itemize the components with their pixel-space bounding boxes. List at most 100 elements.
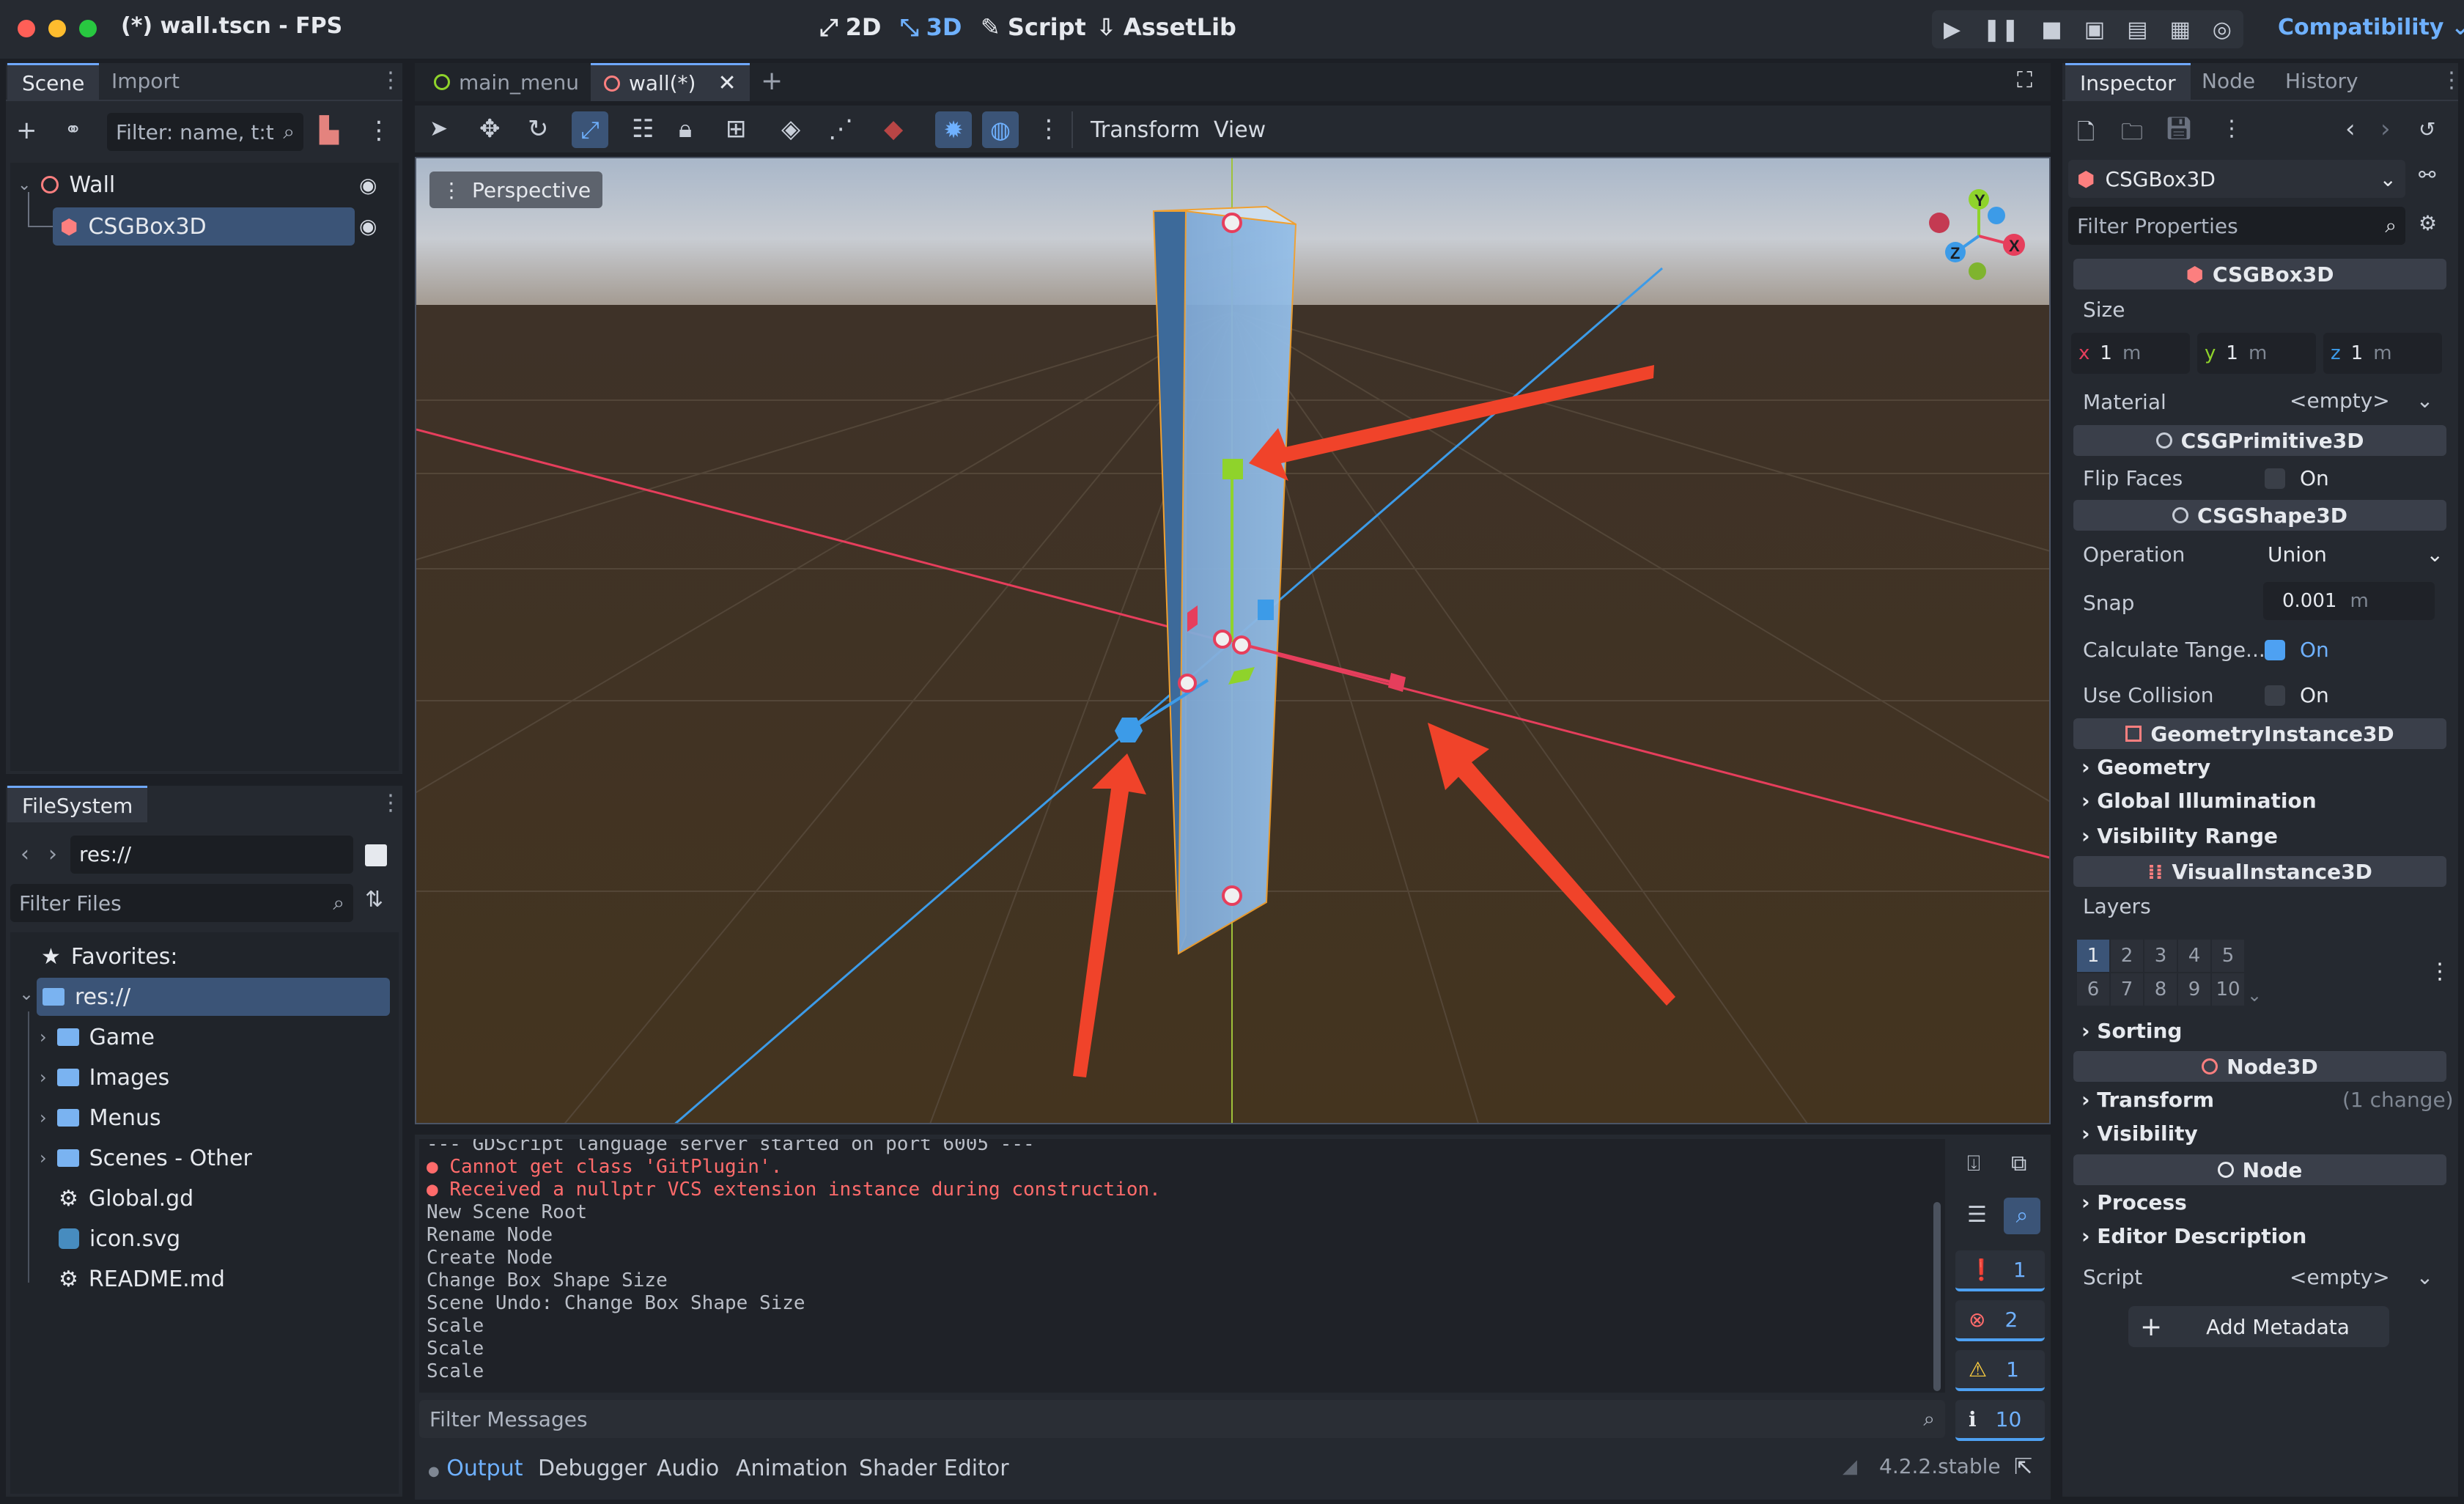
copy-icon[interactable]: ⧉ [2011,1151,2026,1176]
tab-history[interactable]: History [2271,63,2373,100]
close-window-button[interactable] [18,20,35,37]
file-item-readme[interactable]: ⚙ README.md [59,1260,225,1298]
expand-bottom-panel-icon[interactable]: ⇱ [2014,1454,2032,1480]
open-folder-icon[interactable]: 🗀︎ [2121,116,2143,153]
rotate-tool-icon[interactable]: ↻ [528,114,549,144]
node-tools-icon[interactable]: ⚯ [2419,163,2435,187]
filter-messages-button[interactable]: ❗ 1 [1955,1250,2045,1291]
foldout-sorting[interactable]: › Sorting [2081,1019,2182,1043]
layer-2[interactable]: 2 [2111,940,2143,972]
size-x-field[interactable]: x 1 m [2071,333,2190,374]
foldout-global-illumination[interactable]: › Global Illumination [2081,789,2317,813]
flip-faces-checkbox[interactable]: On [2265,466,2329,490]
operation-select[interactable]: Union ⌄ [2268,542,2443,567]
foldout-geometry[interactable]: › Geometry [2081,755,2210,779]
foldout-visibility[interactable]: › Visibility [2081,1121,2198,1146]
chevron-down-icon[interactable]: ⌄ [2247,985,2262,1006]
section-geometryinstance3d[interactable]: GeometryInstance3D [2073,718,2446,749]
history-forward-icon[interactable]: › [2380,114,2391,144]
mode-3d-button[interactable]: ⤡ 3D [900,13,962,41]
layer-9[interactable]: 9 [2178,973,2210,1006]
scale-handle-y[interactable] [1222,459,1243,479]
file-item-global-gd[interactable]: ⚙ Global.gd [59,1179,193,1217]
filter-properties-input[interactable]: Filter Properties ⌕ [2068,207,2405,245]
script-field[interactable]: <empty> ⌄ [2290,1265,2433,1289]
search-toggle-icon[interactable]: ⌕ [2004,1198,2040,1234]
section-visualinstance3d[interactable]: ⁞⁞ VisualInstance3D [2073,856,2446,887]
version-label[interactable]: 4.2.2.stable [1879,1454,2001,1478]
size-handle-bottom[interactable] [1222,885,1242,906]
section-node[interactable]: Node [2073,1154,2446,1185]
editor-tab-main-menu[interactable]: main_menu [421,63,592,101]
mode-assetlib-button[interactable]: ⇩ AssetLib [1096,13,1236,41]
layer-3[interactable]: 3 [2144,940,2177,972]
camera-preview-icon[interactable]: ◆ [884,114,903,144]
select-tool-icon[interactable]: ➤ [429,116,448,141]
file-item-icon-svg[interactable]: icon.svg [59,1220,180,1258]
use-collision-checkbox[interactable]: On [2265,683,2329,707]
preview-menu-icon[interactable]: ⋮ [1036,114,1061,144]
bottom-tab-debugger[interactable]: Debugger [538,1456,647,1481]
remote-debug-icon[interactable]: ▣ [2084,17,2105,43]
layer-7[interactable]: 7 [2111,973,2143,1006]
tree-item-wall[interactable]: ⌄ Wall [18,166,115,204]
pause-icon[interactable]: ❚❚ [1982,17,2019,43]
section-csgbox3d[interactable]: ⬢ CSGBox3D [2073,259,2446,290]
scale-tool-icon[interactable]: ⤢ [572,111,608,148]
renderer-selector[interactable]: Compatibility ⌄ [2278,15,2464,40]
add-node-icon[interactable]: + [16,116,37,145]
tree-item-csgbox3d[interactable]: ⬢ CSGBox3D [53,207,355,246]
movie-maker-icon[interactable]: ◎ [2213,17,2232,43]
section-csgshape3d[interactable]: CSGShape3D [2073,500,2446,531]
editor-tab-wall[interactable]: wall(*) ✕ [591,63,750,101]
collapse-icon[interactable]: ☰ [1967,1202,1987,1228]
filter-editor-button[interactable]: ℹ 10 [1955,1400,2045,1441]
visibility-eye-icon[interactable]: ◉ [359,173,377,197]
tab-node[interactable]: Node [2187,63,2270,100]
group-icon[interactable]: ⊞ [726,114,747,144]
node-selector[interactable]: ⬢ CSGBox3D ⌄ [2068,160,2405,198]
history-icon[interactable]: ↺ [2419,117,2435,141]
list-select-icon[interactable]: ☷ [632,114,654,144]
3d-viewport[interactable]: Y X Z ⋮ Perspective [415,157,2051,1124]
minimize-window-button[interactable] [48,20,66,37]
tab-inspector[interactable]: Inspector [2065,63,2191,100]
layers-menu-icon[interactable]: ⋮ [2429,959,2451,984]
new-tab-icon[interactable]: + [761,66,783,96]
tab-scene[interactable]: Scene [7,63,100,100]
layer-5[interactable]: 5 [2212,940,2244,972]
filter-errors-button[interactable]: ⊗ 2 [1955,1300,2045,1341]
section-csgprimitive3d[interactable]: CSGPrimitive3D [2073,425,2446,456]
filter-files-input[interactable]: Filter Files ⌕ [10,884,353,922]
stop-icon[interactable]: ■ [2041,17,2062,43]
favorites-item[interactable]: ★ Favorites: [41,937,178,976]
back-icon[interactable]: ‹ [21,841,29,867]
save-icon[interactable]: 💾︎ [2165,116,2193,141]
layer-8[interactable]: 8 [2144,973,2177,1006]
size-handle[interactable] [1213,630,1232,649]
scene-script-icon[interactable]: ▙ [320,116,339,145]
bottom-tab-shader-editor[interactable]: Shader Editor [859,1456,1009,1481]
folder-item-images[interactable]: › Images [40,1058,169,1096]
close-icon[interactable]: ✕ [718,70,736,96]
tab-import[interactable]: Import [97,63,194,100]
snap-icon[interactable]: ◈ [781,114,800,144]
plane-handle-z[interactable] [1258,600,1274,620]
layer-4[interactable]: 4 [2178,940,2210,972]
section-node3d[interactable]: Node3D [2073,1051,2446,1082]
bottom-tab-animation[interactable]: Animation [736,1456,848,1481]
bottom-tab-audio[interactable]: Audio [657,1456,719,1481]
play-icon[interactable]: ▶ [1944,17,1960,43]
size-handle[interactable] [1178,674,1197,693]
log-scrollbar[interactable] [1933,1202,1941,1391]
filter-messages-input[interactable]: Filter Messages ⌕ [419,1400,1945,1438]
visibility-eye-icon[interactable]: ◉ [359,214,377,238]
folder-item-game[interactable]: › Game [40,1018,155,1056]
clear-log-icon[interactable]: ⍗ [1967,1151,1980,1176]
bottom-tab-output[interactable]: ● Output [428,1456,523,1481]
tab-filesystem[interactable]: FileSystem [7,786,148,822]
play-custom-scene-icon[interactable]: ▦ [2169,17,2190,43]
size-handle-top[interactable] [1222,213,1242,233]
layer-1[interactable]: 1 [2077,940,2109,972]
local-space-icon[interactable]: ⋰ [828,114,853,144]
